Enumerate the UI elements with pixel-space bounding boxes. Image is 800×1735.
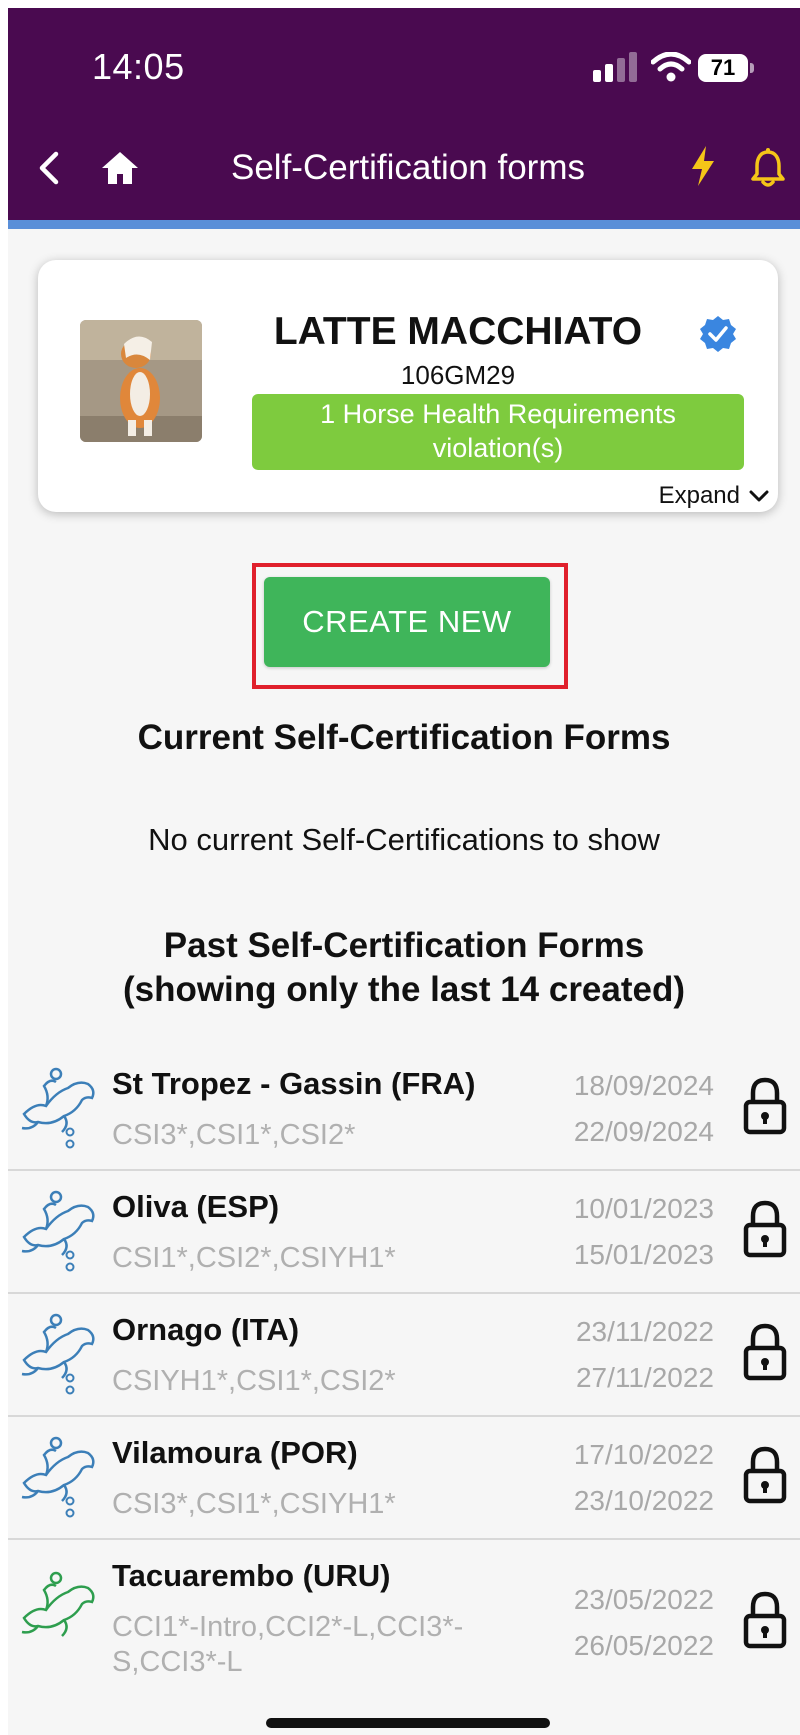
bell-icon[interactable] [750, 148, 786, 188]
back-chevron-icon[interactable] [30, 148, 70, 188]
event-name: Vilamoura (POR) [112, 1435, 358, 1470]
event-start-date: 23/05/2022 [573, 1584, 714, 1615]
lock-icon [743, 1077, 787, 1135]
chevron-down-icon [749, 490, 769, 502]
app-screen: 14:05 71 Self-Certification forms LATTE … [8, 8, 800, 1735]
event-start-date: 18/09/2024 [573, 1070, 714, 1101]
lock-icon [743, 1200, 787, 1258]
event-end-date: 27/11/2022 [575, 1362, 714, 1393]
event-start-date: 10/01/2023 [573, 1193, 714, 1224]
event-name: Tacuarembo (URU) [112, 1558, 391, 1593]
violation-badge[interactable]: 1 Horse Health Requirements violation(s) [252, 394, 744, 470]
event-classes: CSI3*,CSI1*,CSIYH1* [112, 1488, 396, 1520]
expand-toggle[interactable]: Expand [659, 482, 770, 510]
jumping-rider-icon [21, 1313, 95, 1395]
battery-indicator: 71 [698, 54, 754, 82]
lightning-icon[interactable] [688, 144, 718, 188]
create-new-button[interactable]: CREATE NEW [264, 577, 550, 667]
lock-icon [743, 1591, 787, 1649]
horse-name: LATTE MACCHIATO [273, 310, 643, 353]
expand-label: Expand [658, 482, 740, 509]
status-time: 14:05 [92, 46, 185, 87]
event-end-date: 22/09/2024 [573, 1116, 714, 1147]
event-name: Ornago (ITA) [112, 1312, 300, 1347]
event-end-date: 15/01/2023 [573, 1239, 714, 1270]
event-start-date: 17/10/2022 [573, 1439, 714, 1470]
cellular-signal-icon [593, 52, 637, 82]
lock-icon [743, 1446, 787, 1504]
horse-photo[interactable] [80, 320, 202, 442]
horse-card: LATTE MACCHIATO 106GM29 1 Horse Health R… [38, 260, 778, 512]
jumping-rider-icon [21, 1190, 95, 1272]
top-bar: 14:05 71 Self-Certification forms [8, 8, 800, 220]
jumping-rider-icon [21, 1436, 95, 1518]
page-title: Self-Certification forms [231, 148, 585, 187]
horse-id: 106GM29 [400, 360, 516, 390]
event-start-date: 23/11/2022 [575, 1316, 714, 1347]
event-classes: CSIYH1*,CSI1*,CSI2* [112, 1365, 396, 1397]
past-forms-heading: Past Self-Certification Forms [163, 926, 645, 965]
current-forms-empty-message: No current Self-Certifications to show [148, 822, 660, 857]
event-end-date: 23/10/2022 [573, 1485, 714, 1516]
past-form-row[interactable]: Oliva (ESP) CSI1*,CSI2*,CSIYH1* 10/01/2023… [8, 1171, 800, 1294]
past-forms-subheading: (showing only the last 14 created) [122, 970, 686, 1009]
past-form-row[interactable]: Vilamoura (POR) CSI3*,CSI1*,CSIYH1* 17/10/… [8, 1417, 800, 1540]
past-form-row[interactable]: St Tropez - Gassin (FRA) CSI3*,CSI1*,CSI2… [8, 1048, 800, 1171]
eventing-rider-icon [21, 1571, 95, 1637]
header-accent-bar [8, 220, 800, 229]
wifi-icon [651, 52, 691, 82]
jumping-rider-icon [21, 1067, 95, 1149]
current-forms-heading: Current Self-Certification Forms [137, 718, 671, 757]
event-classes: CCI1*-Intro,CCI2*-L,CCI3*-S,CCI3*-L [112, 1611, 464, 1678]
home-indicator[interactable] [266, 1718, 550, 1728]
event-end-date: 26/05/2022 [573, 1630, 714, 1661]
past-form-row[interactable]: Tacuarembo (URU) CCI1*-Intro,CCI2*-L,CCI3… [8, 1540, 800, 1710]
home-icon[interactable] [98, 148, 142, 188]
event-name: Oliva (ESP) [112, 1189, 280, 1224]
verified-badge-icon [700, 316, 736, 352]
lock-icon [743, 1323, 787, 1381]
event-name: St Tropez - Gassin (FRA) [112, 1066, 476, 1101]
event-classes: CSI3*,CSI1*,CSI2* [112, 1119, 356, 1151]
event-classes: CSI1*,CSI2*,CSIYH1* [112, 1242, 396, 1274]
past-form-row[interactable]: Ornago (ITA) CSIYH1*,CSI1*,CSI2* 23/11/202… [8, 1294, 800, 1417]
